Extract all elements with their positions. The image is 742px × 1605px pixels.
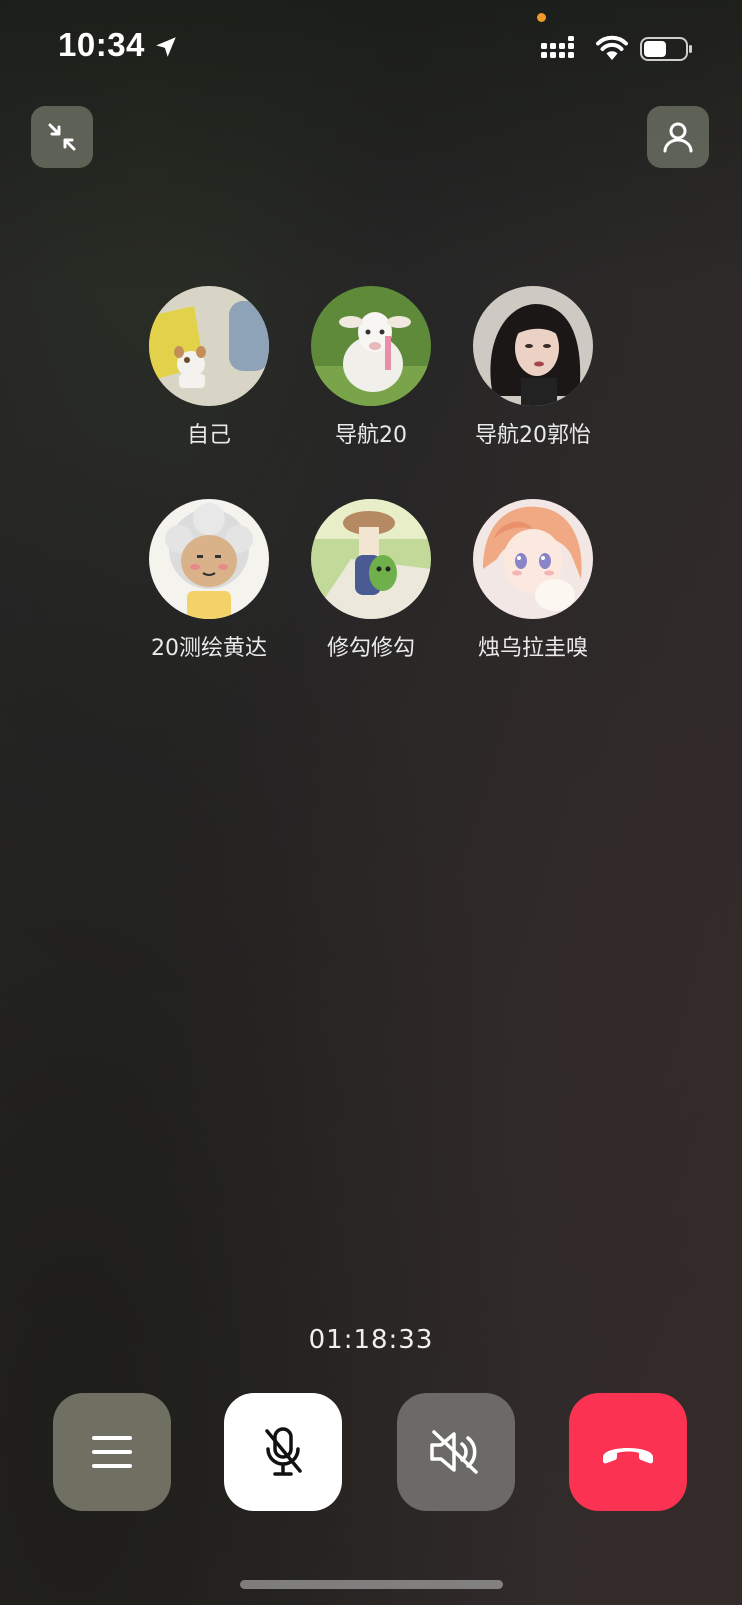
call-duration: 01:18:33 [308, 1325, 434, 1355]
status-time: 10:34 [58, 26, 145, 63]
minimize-arrows-icon [48, 123, 76, 151]
participant-name: 修勾修勾 [326, 636, 415, 661]
home-indicator[interactable] [240, 1580, 503, 1589]
participant-tile[interactable]: 修勾修勾 [291, 499, 451, 662]
plush-toy-photo [149, 286, 269, 406]
participant-tile[interactable]: 自己 [129, 286, 289, 449]
participant-name: 烛乌拉圭嗅 [477, 636, 588, 661]
signal-icon [541, 36, 574, 58]
person-icon [663, 122, 693, 153]
speaker-muted-icon [430, 1430, 478, 1474]
white-goat-photo [311, 286, 431, 406]
add-member-button[interactable] [647, 106, 709, 168]
background [0, 0, 742, 1605]
mic-off-icon [265, 1427, 302, 1476]
participant-tile[interactable]: 烛乌拉圭嗅 [453, 499, 613, 662]
participant-tile[interactable]: 导航20 [291, 286, 451, 449]
menu-button[interactable] [53, 1393, 171, 1511]
cartoon-mushroom-avatar [311, 499, 431, 619]
avatar [473, 499, 593, 619]
woman-portrait-photo [473, 286, 593, 406]
phone-hangup-icon [603, 1448, 653, 1464]
avatar [149, 499, 269, 619]
wifi-icon [596, 35, 628, 60]
participant-tile[interactable]: 20测绘黄达 [129, 499, 289, 662]
avatar [311, 286, 431, 406]
location-arrow-icon [156, 37, 176, 57]
privacy-indicator-dot [537, 13, 546, 22]
battery-icon [640, 37, 692, 61]
participant-name: 导航20郭怡 [475, 423, 591, 448]
participant-name: 20测绘黄达 [151, 636, 267, 661]
participant-name: 自己 [186, 423, 231, 448]
mute-mic-button[interactable] [224, 1393, 342, 1511]
status-bar: 10:34 [0, 0, 742, 100]
menu-lines-icon [92, 1436, 132, 1468]
hang-up-button[interactable] [569, 1393, 687, 1511]
avatar [473, 286, 593, 406]
participant-name: 导航20 [335, 423, 407, 448]
minimize-button[interactable] [31, 106, 93, 168]
anime-girl-avatar [473, 499, 593, 619]
participant-tile[interactable]: 导航20郭怡 [453, 286, 613, 449]
avatar [311, 499, 431, 619]
avatar [149, 286, 269, 406]
speaker-off-button[interactable] [397, 1393, 515, 1511]
cartoon-sheep-avatar [149, 499, 269, 619]
